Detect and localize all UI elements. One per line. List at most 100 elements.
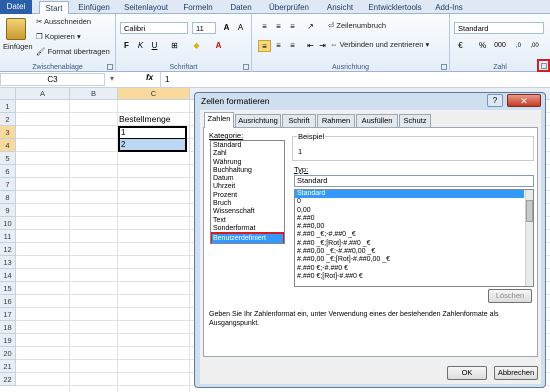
- row-header[interactable]: 22: [0, 373, 16, 386]
- row-header[interactable]: 19: [0, 334, 16, 347]
- column-header-a[interactable]: A: [16, 88, 70, 100]
- type-item[interactable]: #.##0,00: [295, 223, 533, 231]
- category-item[interactable]: Zahl: [211, 150, 284, 158]
- category-item[interactable]: Buchhaltung: [211, 167, 284, 175]
- orientation-icon[interactable]: ↗: [304, 21, 317, 33]
- type-item[interactable]: #.##0 _€;-#.##0 _€: [295, 231, 533, 239]
- category-item[interactable]: Benutzerdefiniert: [211, 232, 284, 243]
- tab-number[interactable]: Zahlen: [204, 112, 234, 128]
- row-header[interactable]: 8: [0, 191, 16, 204]
- category-item[interactable]: Uhrzeit: [211, 183, 284, 191]
- tab-alignment[interactable]: Ausrichtung: [235, 114, 281, 127]
- column-header-c[interactable]: C: [118, 88, 190, 100]
- row-header[interactable]: 9: [0, 204, 16, 217]
- underline-button[interactable]: U: [148, 40, 161, 52]
- cell-c3[interactable]: 1: [118, 126, 187, 139]
- formula-input[interactable]: 1: [160, 72, 550, 87]
- type-item[interactable]: #.##0 €;-#.##0 €: [295, 265, 533, 273]
- increase-decimal-icon[interactable]: ,0: [512, 40, 525, 52]
- font-size-combo[interactable]: 11: [192, 22, 216, 34]
- close-button[interactable]: ✕: [507, 94, 541, 107]
- row-header[interactable]: 21: [0, 360, 16, 373]
- row-header[interactable]: 16: [0, 295, 16, 308]
- shrink-font-icon[interactable]: A: [234, 22, 247, 34]
- tab-review[interactable]: Überprüfen: [266, 1, 312, 14]
- type-list[interactable]: Standard 0 0,00 #.##0 #.##0,00 #.##0 _€;-#.##…: [294, 189, 534, 287]
- row-header[interactable]: 18: [0, 321, 16, 334]
- type-item[interactable]: Standard: [295, 190, 524, 199]
- row-header[interactable]: 1: [0, 100, 16, 113]
- row-header[interactable]: 5: [0, 152, 16, 165]
- scrollbar-thumb[interactable]: [526, 200, 533, 222]
- category-item[interactable]: Sonderformat: [211, 225, 284, 233]
- delete-button[interactable]: Löschen: [488, 289, 532, 303]
- align-left-icon[interactable]: ≡: [258, 40, 271, 52]
- percent-button[interactable]: %: [476, 40, 489, 52]
- category-list[interactable]: Standard Zahl Währung Buchhaltung Datum Uhrze…: [210, 140, 285, 244]
- cell-c2[interactable]: Bestellmenge: [118, 113, 190, 126]
- align-top-icon[interactable]: ≡: [258, 21, 271, 33]
- align-middle-icon[interactable]: ≡: [272, 21, 285, 33]
- row-header[interactable]: 3: [0, 126, 16, 139]
- category-item[interactable]: Datum: [211, 175, 284, 183]
- category-item[interactable]: Wissenschaft: [211, 208, 284, 216]
- format-painter-button[interactable]: 🖌 Format übertragen: [36, 47, 110, 56]
- font-launcher-icon[interactable]: [243, 64, 249, 70]
- bold-button[interactable]: F: [120, 40, 133, 52]
- copy-button[interactable]: ❐ Kopieren ▾: [36, 32, 81, 41]
- tab-start[interactable]: Start: [39, 1, 69, 15]
- decrease-decimal-icon[interactable]: ,00: [528, 40, 541, 52]
- category-item[interactable]: Prozent: [211, 192, 284, 200]
- row-header[interactable]: 17: [0, 308, 16, 321]
- font-color-icon[interactable]: A: [212, 40, 225, 52]
- tab-insert[interactable]: Einfügen: [76, 1, 112, 14]
- paste-icon[interactable]: [6, 18, 26, 40]
- border-icon[interactable]: ⊞: [168, 40, 181, 52]
- tab-developer[interactable]: Entwicklertools: [366, 1, 424, 14]
- type-item[interactable]: #.##0 _€;[Rot]-#.##0 _€: [295, 240, 533, 248]
- cut-button[interactable]: ✂ Ausschneiden: [36, 17, 91, 26]
- type-item[interactable]: #.##0,00 _€;[Rot]-#.##0,00 _€: [295, 256, 533, 264]
- wrap-text-button[interactable]: ⏎ Zeilenumbruch: [328, 21, 386, 30]
- row-header[interactable]: 12: [0, 243, 16, 256]
- cancel-button[interactable]: Abbrechen: [494, 366, 538, 380]
- type-list-scrollbar[interactable]: [525, 190, 533, 286]
- fx-icon[interactable]: fx: [146, 73, 153, 82]
- type-item[interactable]: #.##0: [295, 215, 533, 223]
- row-header[interactable]: 13: [0, 256, 16, 269]
- ok-button[interactable]: OK: [447, 366, 487, 380]
- type-item[interactable]: #.##0 €;[Rot]-#.##0 €: [295, 273, 533, 281]
- category-item[interactable]: Währung: [211, 159, 284, 167]
- row-header[interactable]: 11: [0, 230, 16, 243]
- select-all-corner[interactable]: [0, 88, 16, 100]
- tab-data[interactable]: Daten: [226, 1, 256, 14]
- align-right-icon[interactable]: ≡: [286, 40, 299, 52]
- align-bottom-icon[interactable]: ≡: [286, 21, 299, 33]
- cell-c4[interactable]: 2: [118, 139, 187, 152]
- help-button[interactable]: ?: [487, 94, 503, 107]
- tab-file[interactable]: Datei: [0, 0, 32, 14]
- row-header[interactable]: 6: [0, 165, 16, 178]
- paste-button[interactable]: Einfügen: [3, 42, 33, 51]
- type-item[interactable]: #.##0,00 _€;-#.##0,00 _€: [295, 248, 533, 256]
- currency-icon[interactable]: €: [454, 40, 467, 52]
- tab-fill[interactable]: Ausfüllen: [356, 114, 398, 127]
- tab-font[interactable]: Schrift: [282, 114, 316, 127]
- category-item[interactable]: Bruch: [211, 200, 284, 208]
- tab-page-layout[interactable]: Seitenlayout: [120, 1, 172, 14]
- increase-indent-icon[interactable]: ⇥: [316, 40, 329, 52]
- row-header[interactable]: 10: [0, 217, 16, 230]
- type-input[interactable]: Standard: [294, 175, 534, 187]
- name-box[interactable]: C3: [0, 73, 105, 86]
- grow-font-icon[interactable]: A: [220, 22, 233, 34]
- tab-border[interactable]: Rahmen: [317, 114, 355, 127]
- formula-bar-cancel-icon[interactable]: ▾: [110, 74, 114, 83]
- number-format-combo[interactable]: Standard: [454, 22, 544, 34]
- row-header[interactable]: 20: [0, 347, 16, 360]
- italic-button[interactable]: K: [134, 40, 147, 52]
- type-item[interactable]: 0: [295, 198, 533, 206]
- alignment-launcher-icon[interactable]: [441, 64, 447, 70]
- row-header[interactable]: 15: [0, 282, 16, 295]
- column-header-b[interactable]: B: [70, 88, 118, 100]
- category-item[interactable]: Standard: [211, 142, 284, 150]
